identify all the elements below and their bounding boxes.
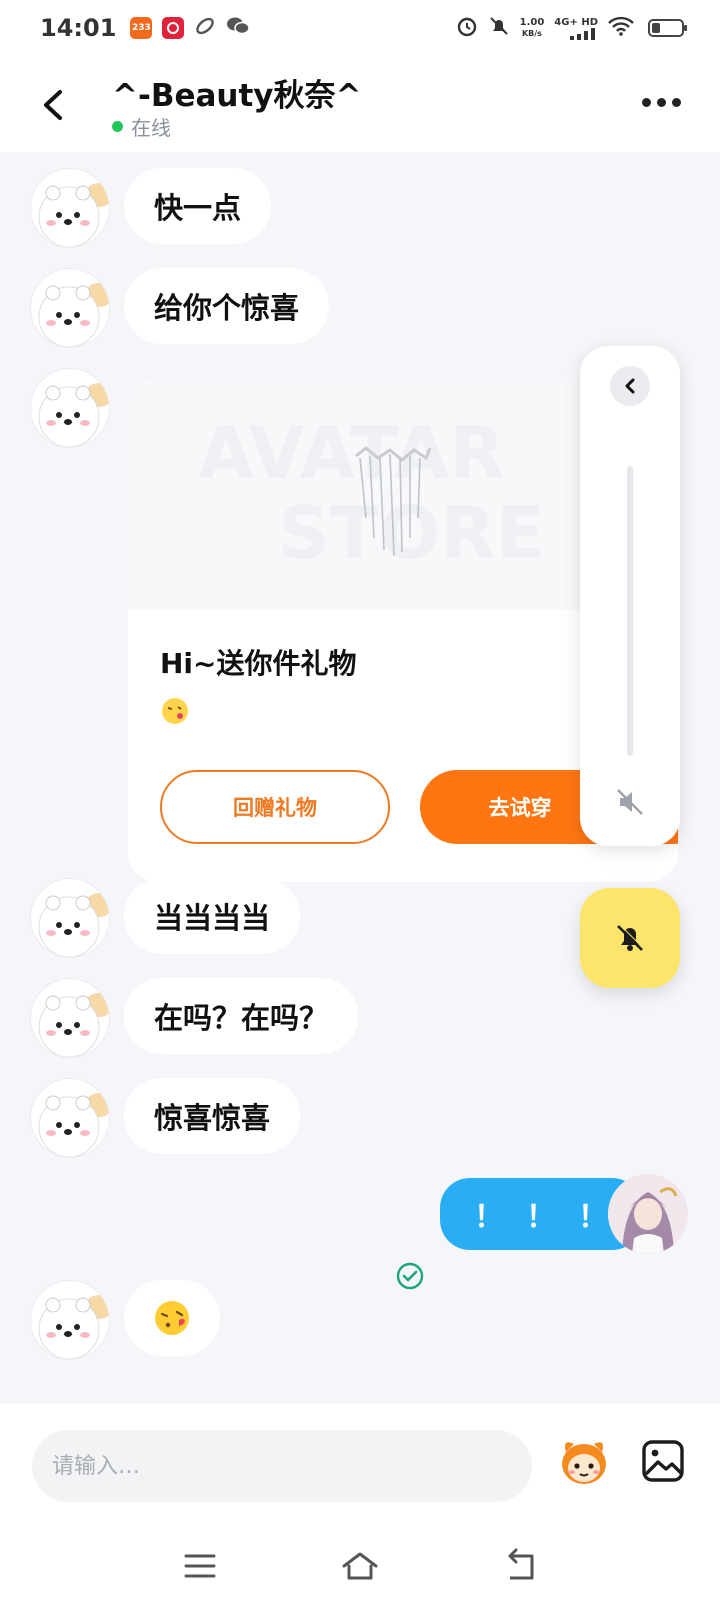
message-bubble[interactable]: 快一点: [124, 168, 272, 244]
back-button[interactable]: [34, 80, 74, 130]
contact-avatar[interactable]: [30, 168, 110, 248]
contact-avatar[interactable]: [30, 1280, 110, 1360]
image-icon[interactable]: [640, 1438, 686, 1484]
more-options-button[interactable]: [642, 90, 686, 114]
input-bar: [0, 1404, 720, 1520]
message-bubble[interactable]: 惊喜惊喜: [124, 1078, 301, 1154]
more-dot: [642, 97, 651, 107]
status-right: 1.00 KB/s 4G+ HD: [456, 15, 687, 41]
message-bubble[interactable]: 在吗？在吗？: [124, 978, 359, 1054]
contact-avatar[interactable]: [30, 978, 110, 1058]
svg-text:STORE: STORE: [278, 491, 545, 575]
message-bubble[interactable]: 给你个惊喜: [124, 268, 330, 344]
chevron-left-icon: [44, 90, 62, 120]
app-233-icon: 233: [130, 17, 153, 39]
net-speed-unit: KB/s: [521, 29, 542, 38]
battery-icon: [648, 19, 687, 37]
alarm-icon: [456, 15, 478, 41]
bear-avatar-icon: [38, 183, 109, 247]
contact-name: ^-Beauty秋奈^: [112, 78, 362, 114]
bear-avatar-icon: [38, 283, 109, 347]
app-link-icon: [194, 15, 216, 41]
status-app-icons: 233: [130, 15, 251, 41]
system-nav-bar: [0, 1520, 720, 1612]
bear-avatar-icon: [38, 893, 109, 957]
chat-header: ^-Beauty秋奈^ 在线: [0, 56, 720, 152]
message-bubble[interactable]: 当当当当: [124, 878, 301, 954]
menu-icon[interactable]: [180, 1546, 220, 1586]
read-check-icon: [394, 1260, 426, 1292]
speaker-muted-icon[interactable]: [614, 786, 646, 818]
svg-text:AVATAR: AVATAR: [198, 411, 505, 495]
floating-volume-panel: [580, 346, 680, 846]
battery-level: [652, 23, 661, 33]
chevron-left-icon: [625, 378, 635, 394]
return-gift-button[interactable]: 回赠礼物: [160, 770, 390, 844]
back-icon[interactable]: [500, 1546, 540, 1586]
wechat-icon: [226, 15, 251, 41]
online-dot-icon: [112, 121, 123, 132]
mute-notification-button[interactable]: [580, 888, 680, 988]
contact-avatar[interactable]: [30, 1078, 110, 1158]
status-time: 14:01: [40, 14, 117, 42]
home-icon[interactable]: [340, 1546, 380, 1586]
contact-avatar[interactable]: [30, 368, 110, 448]
kiss-emoji-icon: [155, 1301, 189, 1335]
mascot-icon[interactable]: [556, 1434, 612, 1490]
bear-avatar-icon: [38, 993, 109, 1057]
contact-avatar[interactable]: [30, 268, 110, 348]
app-red-icon: [162, 17, 185, 39]
kiss-emoji-icon: [160, 696, 190, 726]
wifi-icon: [608, 16, 634, 40]
emoji-message-bubble[interactable]: [124, 1280, 220, 1356]
bear-avatar-icon: [38, 1093, 109, 1157]
bell-muted-icon: [617, 924, 644, 951]
net-type: 4G+ HD: [554, 16, 598, 28]
contact-avatar[interactable]: [30, 878, 110, 958]
message-input[interactable]: [32, 1430, 532, 1502]
collapse-panel-button[interactable]: [610, 366, 650, 406]
volume-slider[interactable]: [627, 466, 633, 756]
more-dot: [672, 97, 681, 107]
online-status: 在线: [112, 112, 171, 141]
bear-avatar-icon: [38, 383, 109, 447]
status-bar: 14:01 233 1.00 KB/s 4G+ HD: [0, 0, 720, 56]
anime-girl-avatar-icon: [608, 1174, 688, 1254]
more-dot: [657, 97, 666, 107]
bear-avatar-icon: [38, 1295, 109, 1359]
online-status-text: 在线: [131, 116, 171, 140]
notification-off-icon: [488, 15, 510, 41]
my-avatar[interactable]: [608, 1174, 688, 1254]
signal-icon: 4G+ HD: [554, 17, 598, 40]
message-list[interactable]: 快一点 给你个惊喜 AVATAR STORE Hi~送你件礼物 回赠礼物 去试穿…: [0, 152, 720, 1404]
net-speed-value: 1.00: [519, 17, 545, 28]
gift-title: Hi~送你件礼物: [160, 647, 357, 680]
net-speed: 1.00 KB/s: [520, 17, 545, 39]
